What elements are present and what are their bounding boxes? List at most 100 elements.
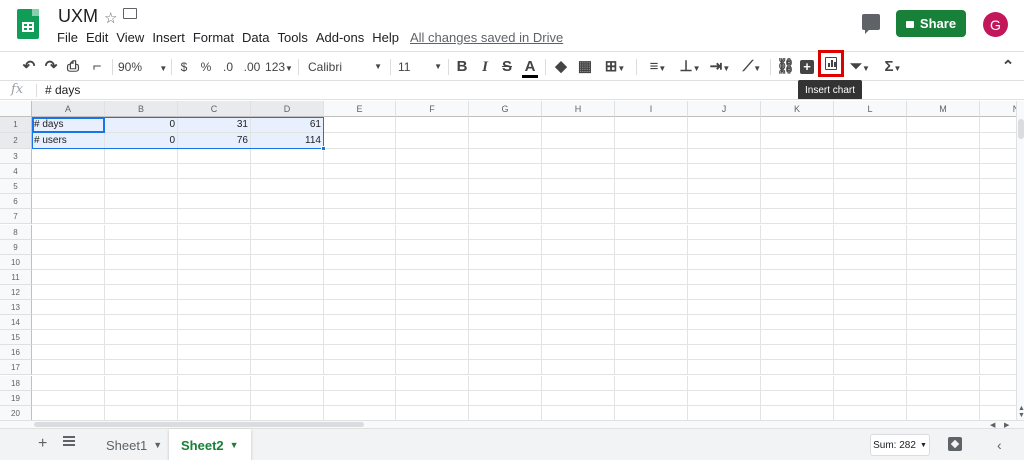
cell-g11[interactable] <box>469 269 542 285</box>
cell-a9[interactable] <box>32 239 105 255</box>
row-header-2[interactable]: 2 <box>0 133 32 149</box>
column-header-d[interactable]: D <box>251 101 324 117</box>
cell-a11[interactable] <box>32 269 105 285</box>
cell-e16[interactable] <box>324 345 396 361</box>
cell-b3[interactable] <box>105 149 178 165</box>
cell-i19[interactable] <box>615 390 688 406</box>
row-header-11[interactable]: 11 <box>0 269 32 285</box>
row-header-6[interactable]: 6 <box>0 194 32 210</box>
cell-l4[interactable] <box>834 164 907 180</box>
undo-icon[interactable]: ↶ <box>20 58 38 76</box>
spreadsheet-grid[interactable]: ABCDEFGHIJKLMN1# days031612# users076114… <box>0 101 1016 420</box>
cell-l5[interactable] <box>834 179 907 195</box>
cell-b9[interactable] <box>105 239 178 255</box>
text-rotation-icon[interactable]: ⟋▼ <box>738 58 766 76</box>
cell-f14[interactable] <box>396 315 469 331</box>
cell-g6[interactable] <box>469 194 542 210</box>
cell-k13[interactable] <box>761 300 834 316</box>
cell-k3[interactable] <box>761 149 834 165</box>
column-header-c[interactable]: C <box>178 101 251 117</box>
cell-n5[interactable] <box>980 179 1016 195</box>
row-header-4[interactable]: 4 <box>0 164 32 180</box>
cell-j12[interactable] <box>688 284 761 300</box>
cell-e17[interactable] <box>324 360 396 376</box>
font-size-select[interactable]: 11 ▼ <box>398 58 444 76</box>
cell-k9[interactable] <box>761 239 834 255</box>
cell-k16[interactable] <box>761 345 834 361</box>
cell-i12[interactable] <box>615 284 688 300</box>
row-header-15[interactable]: 15 <box>0 330 32 346</box>
cell-g1[interactable] <box>469 117 542 133</box>
cell-a10[interactable] <box>32 254 105 270</box>
functions-icon[interactable]: Σ▼ <box>880 58 906 76</box>
move-to-folder-icon[interactable] <box>123 8 137 19</box>
cell-b4[interactable] <box>105 164 178 180</box>
cell-d8[interactable] <box>251 224 324 240</box>
cell-i4[interactable] <box>615 164 688 180</box>
cell-f9[interactable] <box>396 239 469 255</box>
cell-e9[interactable] <box>324 239 396 255</box>
menu-help[interactable]: Help <box>372 30 399 45</box>
column-header-j[interactable]: J <box>688 101 761 117</box>
cell-b19[interactable] <box>105 390 178 406</box>
cell-i17[interactable] <box>615 360 688 376</box>
cell-e15[interactable] <box>324 330 396 346</box>
row-header-12[interactable]: 12 <box>0 284 32 300</box>
scroll-down-icon[interactable]: ▼ <box>1018 412 1024 419</box>
cell-m7[interactable] <box>907 209 980 225</box>
menu-addons[interactable]: Add-ons <box>316 30 364 45</box>
cell-c1[interactable]: 31 <box>178 117 251 133</box>
cell-e2[interactable] <box>324 133 396 149</box>
borders-icon[interactable]: ▦ <box>577 58 593 76</box>
cell-l11[interactable] <box>834 269 907 285</box>
cell-n18[interactable] <box>980 376 1016 391</box>
cell-b16[interactable] <box>105 345 178 361</box>
cell-i14[interactable] <box>615 315 688 331</box>
horizontal-scrollbar[interactable]: ◀ ▶ <box>0 420 1024 429</box>
cell-n11[interactable] <box>980 270 1016 285</box>
comment-history-icon[interactable] <box>862 14 880 34</box>
cell-d18[interactable] <box>251 375 324 391</box>
menu-tools[interactable]: Tools <box>277 30 307 45</box>
cell-a19[interactable] <box>32 390 105 406</box>
menu-format[interactable]: Format <box>193 30 234 45</box>
cell-n1[interactable] <box>980 117 1016 133</box>
column-header-f[interactable]: F <box>396 101 469 117</box>
cell-f10[interactable] <box>396 254 469 270</box>
cell-d4[interactable] <box>251 164 324 180</box>
column-header-i[interactable]: I <box>615 101 688 117</box>
share-button[interactable]: Share <box>896 10 966 37</box>
cell-c3[interactable] <box>178 149 251 165</box>
cell-c18[interactable] <box>178 375 251 391</box>
cell-l7[interactable] <box>834 209 907 225</box>
cell-e18[interactable] <box>324 375 396 391</box>
cell-k1[interactable] <box>761 117 834 133</box>
cell-b10[interactable] <box>105 254 178 270</box>
cell-g18[interactable] <box>469 375 542 391</box>
cell-i15[interactable] <box>615 330 688 346</box>
cell-n17[interactable] <box>980 360 1016 376</box>
cell-d11[interactable] <box>251 269 324 285</box>
cell-c12[interactable] <box>178 284 251 300</box>
cell-f11[interactable] <box>396 269 469 285</box>
add-sheet-button[interactable]: + <box>38 435 47 453</box>
cell-d1[interactable]: 61 <box>251 117 324 133</box>
cell-n20[interactable] <box>980 406 1016 420</box>
currency-format-button[interactable]: $ <box>178 58 190 76</box>
cell-j5[interactable] <box>688 179 761 195</box>
cell-g10[interactable] <box>469 254 542 270</box>
cell-l8[interactable] <box>834 224 907 240</box>
cell-g19[interactable] <box>469 390 542 406</box>
cell-b13[interactable] <box>105 300 178 316</box>
row-header-1[interactable]: 1 <box>0 117 32 133</box>
star-icon[interactable]: ☆ <box>104 9 117 27</box>
row-header-17[interactable]: 17 <box>0 360 32 376</box>
cell-a17[interactable] <box>32 360 105 376</box>
cell-k8[interactable] <box>761 224 834 240</box>
cell-a6[interactable] <box>32 194 105 210</box>
vertical-align-icon[interactable]: ⊥▼ <box>676 58 704 76</box>
cell-m5[interactable] <box>907 179 980 195</box>
cell-m10[interactable] <box>907 254 980 270</box>
cell-m8[interactable] <box>907 224 980 240</box>
cell-m12[interactable] <box>907 284 980 300</box>
